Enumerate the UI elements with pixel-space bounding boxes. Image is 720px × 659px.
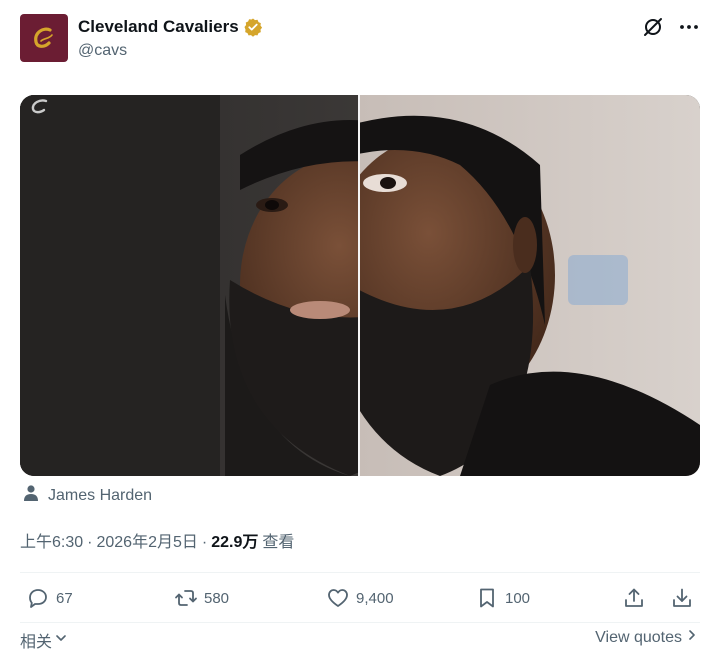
- action-bar: 67 580 9,400 100: [20, 586, 700, 618]
- avatar[interactable]: [20, 14, 68, 62]
- share-button[interactable]: [622, 586, 646, 610]
- bookmark-count: 100: [505, 589, 531, 607]
- person-icon: [22, 484, 40, 507]
- share-icon: [625, 588, 643, 607]
- download-button[interactable]: [670, 586, 694, 610]
- reply-icon: [29, 589, 47, 608]
- divider: [20, 572, 700, 573]
- verified-badge-icon[interactable]: [243, 17, 263, 37]
- view-quotes-link[interactable]: View quotes: [595, 628, 698, 647]
- like-button[interactable]: 9,400: [326, 586, 394, 610]
- view-quotes-label[interactable]: View quotes: [595, 629, 682, 647]
- views-count: 22.9万: [211, 534, 259, 551]
- post-meta: 上午6:30 · 2026年2月5日 · 22.9万 查看: [20, 528, 294, 552]
- meta-separator: ·: [87, 534, 93, 551]
- post-date[interactable]: 2026年2月5日: [96, 528, 197, 552]
- grok-icon[interactable]: [642, 16, 664, 38]
- reply-count: 67: [56, 589, 73, 607]
- chevron-down-icon: [54, 631, 68, 650]
- post-header: Cleveland Cavaliers @cavs: [20, 14, 700, 64]
- related-toggle[interactable]: 相关: [20, 628, 68, 652]
- related-label[interactable]: 相关: [20, 628, 52, 652]
- like-count: 9,400: [356, 589, 394, 607]
- post-media[interactable]: [20, 95, 700, 476]
- views-label: 查看: [262, 534, 295, 551]
- repost-button[interactable]: 580: [174, 586, 229, 610]
- bookmark-icon: [480, 588, 494, 608]
- display-name-row[interactable]: Cleveland Cavaliers: [78, 16, 263, 38]
- heart-icon: [328, 589, 348, 607]
- post-footer: 相关 View quotes: [20, 628, 700, 652]
- display-name[interactable]: Cleveland Cavaliers: [78, 16, 239, 38]
- repost-count: 580: [204, 589, 230, 607]
- meta-separator: ·: [201, 534, 208, 551]
- cavs-logo-icon: [34, 27, 53, 48]
- comparison-photo: [20, 95, 700, 476]
- tagged-user-name[interactable]: James Harden: [48, 487, 152, 505]
- bookmark-button[interactable]: 100: [475, 586, 530, 610]
- tagged-user[interactable]: James Harden: [22, 484, 152, 507]
- handle[interactable]: @cavs: [78, 40, 263, 62]
- repost-icon: [175, 590, 197, 606]
- download-icon: [673, 588, 691, 607]
- divider: [20, 622, 700, 623]
- more-icon[interactable]: [678, 16, 700, 38]
- post-time[interactable]: 上午6:30: [20, 528, 83, 552]
- chevron-right-icon: [686, 628, 698, 647]
- reply-button[interactable]: 67: [26, 586, 73, 610]
